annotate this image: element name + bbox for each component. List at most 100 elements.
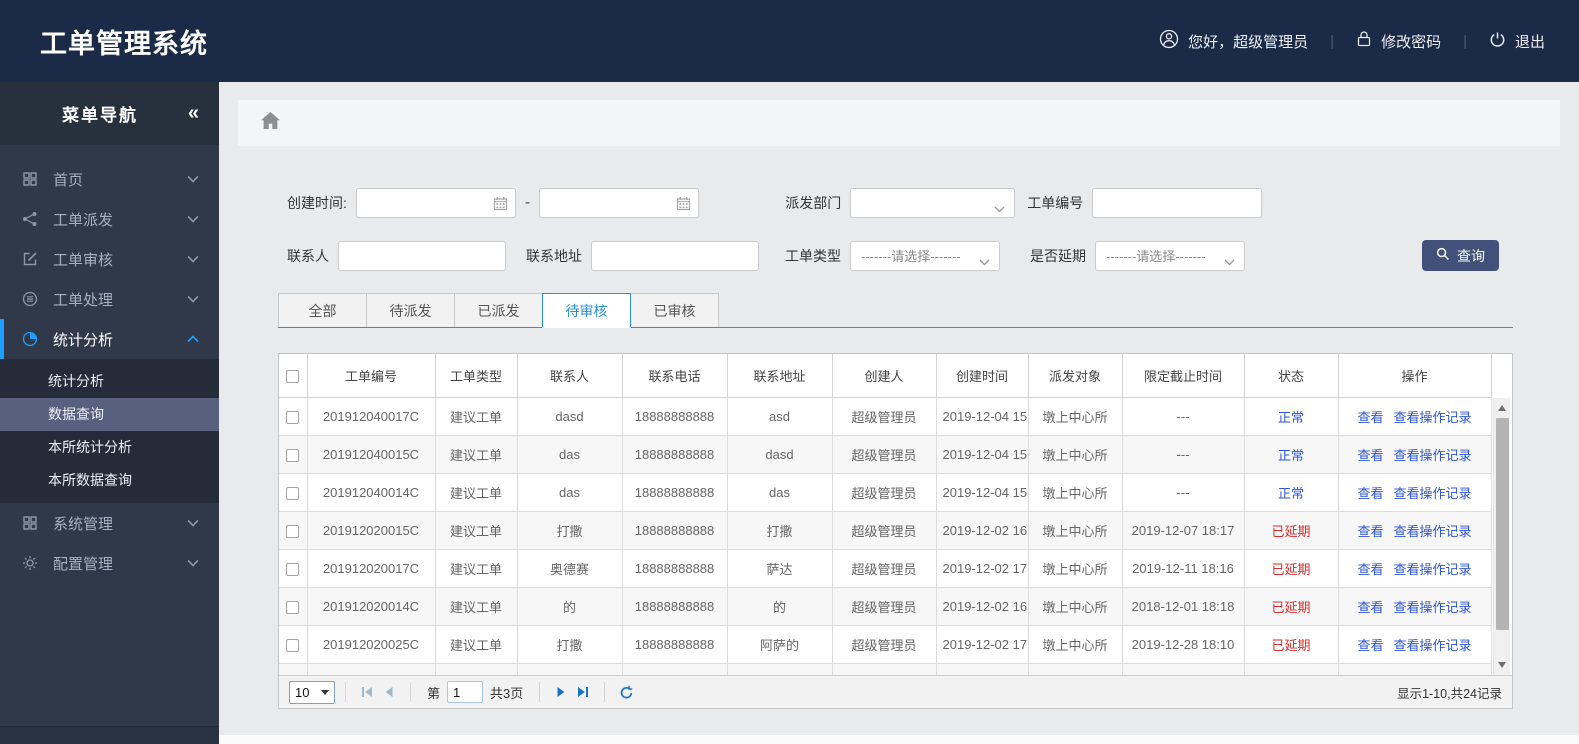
delay-select[interactable]: -------请选择------- (1095, 240, 1245, 271)
user-greeting[interactable]: 您好，超级管理员 (1159, 29, 1308, 53)
order-type-select[interactable]: -------请选择------- (850, 240, 1000, 271)
view-link[interactable]: 查看 (1357, 486, 1383, 501)
scroll-down-arrow-icon[interactable] (1498, 662, 1506, 668)
app-title: 工单管理系统 (40, 28, 208, 59)
view-log-link[interactable]: 查看操作记录 (1394, 600, 1472, 615)
status-tabs: 全部 待派发 已派发 待审核 已审核 (278, 293, 1513, 328)
search-button[interactable]: 查询 (1422, 240, 1499, 271)
share-icon (20, 211, 40, 227)
table-scrollbar[interactable] (1493, 398, 1510, 675)
view-log-link[interactable]: 查看操作记录 (1394, 524, 1472, 539)
sidebar-item-home[interactable]: 首页 (0, 159, 219, 199)
tab-dispatched[interactable]: 已派发 (454, 293, 543, 328)
tab-reviewed[interactable]: 已审核 (630, 293, 719, 328)
cell-target: 墩上中心所 (1027, 548, 1123, 588)
header-user-area: 您好，超级管理员 | 修改密码 | 退出 (1159, 29, 1545, 53)
next-page-button[interactable] (554, 685, 568, 699)
cell-deadline: 2019-12-28 18:10 (1121, 624, 1245, 664)
calendar-icon[interactable] (676, 196, 691, 216)
contact-label: 联系人 (287, 247, 329, 264)
calendar-icon[interactable] (493, 196, 508, 216)
tab-pending-review[interactable]: 待审核 (542, 293, 631, 328)
sidebar-item-order-process[interactable]: 工单处理 (0, 279, 219, 319)
address-label: 联系地址 (526, 247, 582, 264)
first-page-button[interactable] (360, 685, 374, 699)
status-badge: 正常 (1243, 434, 1339, 474)
address-input[interactable] (591, 240, 759, 271)
view-log-link[interactable]: 查看操作记录 (1394, 486, 1472, 501)
dispatch-dept-select[interactable] (850, 188, 1016, 218)
tab-pending-dispatch[interactable]: 待派发 (366, 293, 455, 328)
chevron-down-icon (321, 689, 329, 695)
header-divider: | (1463, 32, 1467, 50)
last-page-button[interactable] (576, 685, 590, 699)
col-created: 创建时间 (935, 354, 1029, 398)
table-header-row: 工单编号 工单类型 联系人 联系电话 联系地址 创建人 创建时间 派发对象 限定… (279, 354, 1492, 398)
sidebar-item-statistics[interactable]: 统计分析 (0, 319, 219, 359)
select-placeholder: -------请选择------- (1106, 249, 1206, 264)
row-checkbox[interactable] (286, 448, 300, 462)
view-link[interactable]: 查看 (1357, 562, 1383, 577)
user-icon (1159, 29, 1179, 53)
prev-page-button[interactable] (382, 685, 396, 699)
cell-phone: 18888888888 (621, 586, 728, 626)
sidebar-item-order-review[interactable]: 工单审核 (0, 239, 219, 279)
row-checkbox[interactable] (286, 638, 300, 652)
cell-order-no: 201912020015C (306, 510, 436, 550)
view-log-link[interactable]: 查看操作记录 (1394, 448, 1472, 463)
header-divider: | (1330, 32, 1335, 50)
sidebar-collapse-icon[interactable]: « (188, 102, 199, 125)
chevron-down-icon (994, 201, 1005, 216)
row-checkbox[interactable] (286, 486, 300, 500)
sidebar-item-system-management[interactable]: 系统管理 (0, 503, 219, 543)
submenu-item-statistics[interactable]: 统计分析 (0, 365, 219, 398)
page-size-select[interactable]: 10 (289, 680, 335, 704)
refresh-button[interactable] (619, 685, 634, 700)
sidebar-title: 菜单导航 (62, 106, 138, 125)
submenu-item-branch-statistics[interactable]: 本所统计分析 (0, 431, 219, 464)
order-no-input[interactable] (1092, 188, 1263, 218)
row-checkbox[interactable] (286, 600, 300, 614)
view-link[interactable]: 查看 (1357, 524, 1383, 539)
cell-created: 2019-12-02 17 (935, 624, 1029, 664)
change-password-button[interactable]: 修改密码 (1356, 30, 1441, 52)
view-link[interactable]: 查看 (1357, 600, 1383, 615)
delay-label: 是否延期 (1030, 247, 1086, 264)
logout-button[interactable]: 退出 (1489, 31, 1545, 52)
view-log-link[interactable]: 查看操作记录 (1394, 562, 1472, 577)
select-all-checkbox[interactable] (286, 369, 300, 383)
sidebar-item-label: 工单处理 (53, 291, 114, 309)
view-link[interactable]: 查看 (1357, 638, 1383, 653)
cell-deadline: 2018-12-01 18:18 (1121, 586, 1245, 626)
scrollbar-thumb[interactable] (1496, 418, 1509, 630)
status-badge: 已延期 (1243, 548, 1339, 588)
cell-address: 打撒 (726, 510, 833, 550)
view-link[interactable]: 查看 (1357, 448, 1383, 463)
home-icon[interactable] (261, 112, 280, 134)
sidebar-item-order-dispatch[interactable]: 工单派发 (0, 199, 219, 239)
chevron-down-icon (187, 215, 199, 223)
created-time-start-input[interactable] (355, 188, 516, 218)
row-checkbox[interactable] (286, 410, 300, 424)
view-log-link[interactable]: 查看操作记录 (1394, 638, 1472, 653)
tab-all[interactable]: 全部 (278, 293, 367, 328)
cell-target: 墩上中心所 (1027, 396, 1123, 436)
pager-divider (410, 682, 411, 702)
contact-input[interactable] (338, 240, 506, 271)
filter-form: 创建时间: - 派发部门 工单编号 联系人 联系地址 工单类型 -------请… (287, 188, 1579, 271)
scroll-up-arrow-icon[interactable] (1498, 405, 1506, 411)
cell-creator: 超级管理员 (831, 510, 937, 550)
row-checkbox[interactable] (286, 524, 300, 538)
created-time-end-input[interactable] (539, 188, 700, 218)
created-time-label: 创建时间: (287, 195, 347, 211)
view-log-link[interactable]: 查看操作记录 (1394, 410, 1472, 425)
total-pages-label: 共3页 (490, 685, 524, 701)
table-row: 201912020014C 建议工单 的 18888888888 的 超级管理员… (279, 586, 1492, 626)
view-link[interactable]: 查看 (1357, 410, 1383, 425)
submenu-item-data-query[interactable]: 数据查询 (0, 398, 219, 431)
page-number-input[interactable] (447, 681, 484, 703)
submenu-item-branch-data-query[interactable]: 本所数据查询 (0, 464, 219, 497)
cell-phone: 18888888888 (621, 472, 728, 512)
sidebar-item-config-management[interactable]: 配置管理 (0, 543, 219, 583)
row-checkbox[interactable] (286, 562, 300, 576)
